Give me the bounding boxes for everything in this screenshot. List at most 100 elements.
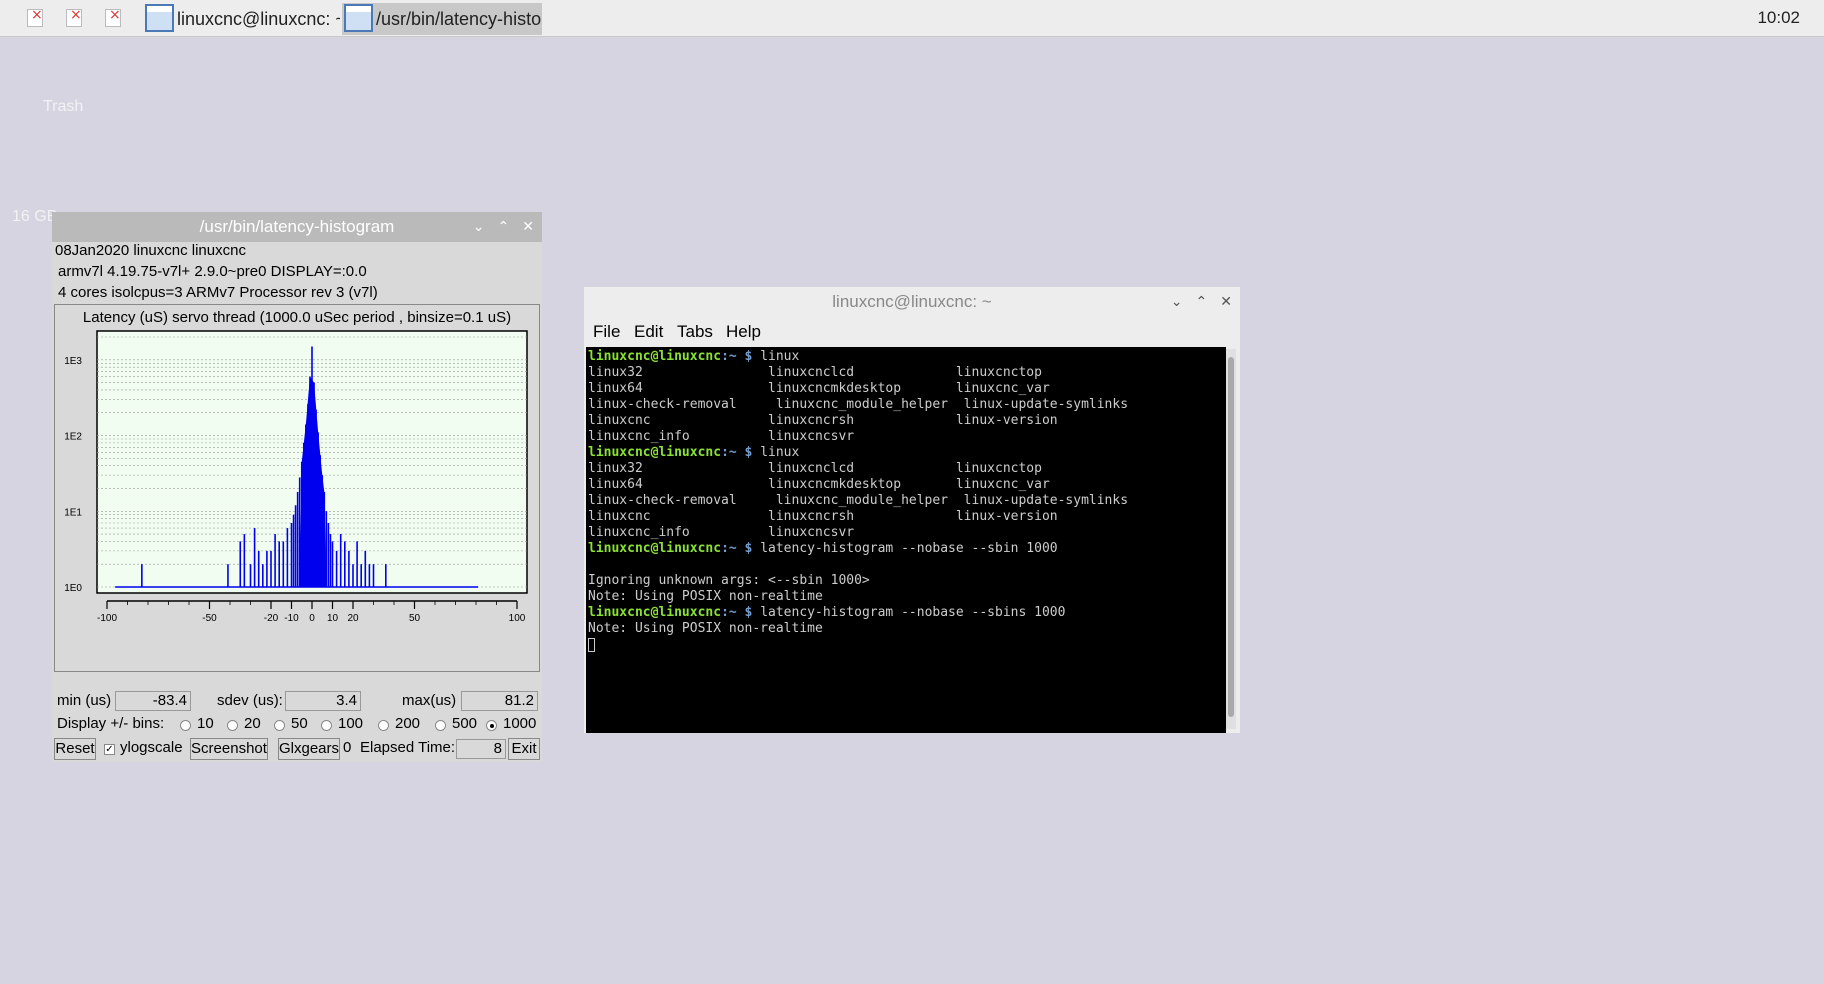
terminal-prompt-line: linuxcnc@linuxcnc:~ $ linux	[588, 349, 1128, 365]
terminal-prompt-line: linuxcnc@linuxcnc:~ $ latency-histogram …	[588, 541, 1128, 557]
taskbar-item-terminal[interactable]: linuxcnc@linuxcnc: ~	[143, 3, 340, 35]
minimize-icon[interactable]: ⌄	[473, 219, 485, 235]
close-icon[interactable]: ✕	[1220, 294, 1232, 310]
maximize-icon[interactable]: ⌃	[1196, 294, 1208, 310]
prompt-user: linuxcnc@linuxcnc	[588, 605, 722, 620]
y-tick-label: 1E3	[64, 356, 82, 367]
prompt-path: :~ $	[721, 349, 761, 364]
bins-radio-100[interactable]	[321, 720, 332, 731]
app-launcher-icon[interactable]	[66, 7, 82, 27]
close-icon[interactable]: ✕	[522, 219, 534, 235]
x-tick-label: 100	[509, 613, 526, 624]
prompt-path: :~ $	[721, 445, 761, 460]
terminal-prompt-line: linuxcnc@linuxcnc:~ $ latency-histogram …	[588, 605, 1128, 621]
terminal-output-line: linuxcnc linuxcncrsh linux-version	[588, 413, 1058, 428]
max-label: max(us)	[402, 692, 457, 709]
histogram-window: /usr/bin/latency-histogram ⌄ ⌃ ✕ 08Jan2020…	[52, 212, 542, 762]
x-tick-label: 50	[409, 613, 421, 624]
bins-radio-1000[interactable]	[486, 720, 497, 731]
bins-radio-500[interactable]	[435, 720, 446, 731]
prompt-command: latency-histogram --nobase --sbins 1000	[760, 605, 1066, 620]
menu-tabs[interactable]: Tabs	[677, 322, 713, 342]
bins-option-label: 20	[244, 715, 261, 732]
terminal-output-line: linux32 linuxcnclcd linuxcnctop	[588, 365, 1042, 380]
x-tick-label: -20	[264, 613, 279, 624]
terminal-output-line: linux-check-removal linuxcnc_module_help…	[588, 397, 1129, 412]
bins-option-label: 200	[395, 715, 421, 732]
ylogscale-checkbox[interactable]: ✓	[104, 744, 115, 755]
taskbar-item-histogram[interactable]: /usr/bin/latency-histo...	[342, 3, 542, 35]
terminal-output-line: linux64 linuxcncmkdesktop linuxcnc_var	[588, 477, 1050, 492]
max-value-field: 81.2	[461, 691, 538, 711]
terminal-prompt-line: linuxcnc@linuxcnc:~ $ linux	[588, 445, 1128, 461]
glxgears-button[interactable]: Glxgears	[278, 738, 340, 760]
min-value-field: -83.4	[115, 691, 191, 711]
menu-file[interactable]: File	[593, 322, 620, 342]
minimize-icon[interactable]: ⌄	[1171, 294, 1183, 310]
drive-icon-label[interactable]: 16 GB	[12, 208, 57, 226]
terminal-menubar: File Edit Tabs Help	[584, 319, 1240, 347]
terminal-scrollbar[interactable]	[1226, 349, 1236, 729]
bins-option-label: 500	[452, 715, 478, 732]
x-tick-label: -100	[97, 613, 117, 624]
prompt-user: linuxcnc@linuxcnc	[588, 541, 722, 556]
window-titlebar[interactable]: linuxcnc@linuxcnc: ~ ⌄ ⌃ ✕	[584, 287, 1240, 317]
exit-button[interactable]: Exit	[508, 738, 540, 760]
terminal-output-line: linuxcnc_info linuxcncsvr	[588, 429, 855, 444]
taskbar: linuxcnc@linuxcnc: ~ /usr/bin/latency-hi…	[0, 0, 1824, 37]
elapsed-value-field: 8	[456, 739, 506, 759]
glxgears-count: 0	[343, 739, 352, 756]
window-icon	[344, 4, 373, 32]
x-tick-label: 0	[309, 613, 315, 624]
bins-radio-20[interactable]	[227, 720, 238, 731]
prompt-path: :~ $	[721, 541, 761, 556]
terminal-window: linuxcnc@linuxcnc: ~ ⌄ ⌃ ✕ File Edit Tabs …	[584, 287, 1240, 733]
terminal-output-line: Note: Using POSIX non-realtime	[588, 589, 823, 604]
reset-button[interactable]: Reset	[54, 738, 96, 760]
bins-radio-10[interactable]	[180, 720, 191, 731]
clock[interactable]: 10:02	[1757, 8, 1800, 28]
terminal-lines: linuxcnc@linuxcnc:~ $ linux linux32 linux…	[588, 349, 1128, 653]
prompt-command: linux	[760, 349, 800, 364]
x-tick-label: -50	[202, 613, 217, 624]
window-icon	[145, 4, 174, 32]
screenshot-button[interactable]: Screenshot	[190, 738, 268, 760]
app-launcher-icon[interactable]	[27, 7, 43, 27]
ylogscale-label: ylogscale	[120, 739, 183, 756]
y-tick-label: 1E2	[64, 432, 82, 443]
terminal-output-line: linux64 linuxcncmkdesktop linuxcnc_var	[588, 381, 1050, 396]
bins-option-label: 10	[197, 715, 214, 732]
bins-radio-200[interactable]	[378, 720, 389, 731]
prompt-path: :~ $	[721, 605, 761, 620]
min-label: min (us)	[57, 692, 112, 709]
prompt-user: linuxcnc@linuxcnc	[588, 445, 722, 460]
terminal-output-line	[588, 637, 1128, 653]
info-line: 08Jan2020 linuxcnc linuxcnc	[55, 242, 246, 259]
sdev-value-field: 3.4	[285, 691, 361, 711]
x-tick-label: 10	[327, 613, 339, 624]
prompt-user: linuxcnc@linuxcnc	[588, 349, 722, 364]
maximize-icon[interactable]: ⌃	[498, 219, 510, 235]
trash-icon-label[interactable]: Trash	[43, 98, 83, 116]
terminal-output-line: linux32 linuxcnclcd linuxcnctop	[588, 461, 1042, 476]
terminal-output-line: linuxcnc_info linuxcncsvr	[588, 525, 855, 540]
bins-radio-50[interactable]	[274, 720, 285, 731]
info-line: armv7l 4.19.75-v7l+ 2.9.0~pre0 DISPLAY=:…	[58, 263, 367, 280]
y-tick-label: 1E0	[64, 583, 82, 594]
bins-option-label: 50	[291, 715, 308, 732]
terminal-output-line: linuxcnc linuxcncrsh linux-version	[588, 509, 1058, 524]
y-tick-label: 1E1	[64, 507, 82, 518]
window-titlebar[interactable]: /usr/bin/latency-histogram ⌄ ⌃ ✕	[52, 212, 542, 242]
window-title: linuxcnc@linuxcnc: ~	[832, 292, 992, 311]
menu-help[interactable]: Help	[726, 322, 761, 342]
terminal-output[interactable]: linuxcnc@linuxcnc:~ $ linux linux32 linux…	[586, 347, 1226, 733]
taskbar-item-label: linuxcnc@linuxcnc: ~	[177, 9, 340, 29]
menu-edit[interactable]: Edit	[634, 322, 663, 342]
bins-option-label: 1000	[503, 715, 537, 732]
taskbar-item-label: /usr/bin/latency-histo...	[376, 9, 542, 29]
scrollbar-thumb[interactable]	[1228, 357, 1234, 717]
info-line: 4 cores isolcpus=3 ARMv7 Processor rev 3…	[58, 284, 378, 301]
app-launcher-icon[interactable]	[105, 7, 121, 27]
histogram-chart: 1E01E11E21E3-100 -50 -20 -10 0 10 20 50 100	[64, 330, 528, 624]
